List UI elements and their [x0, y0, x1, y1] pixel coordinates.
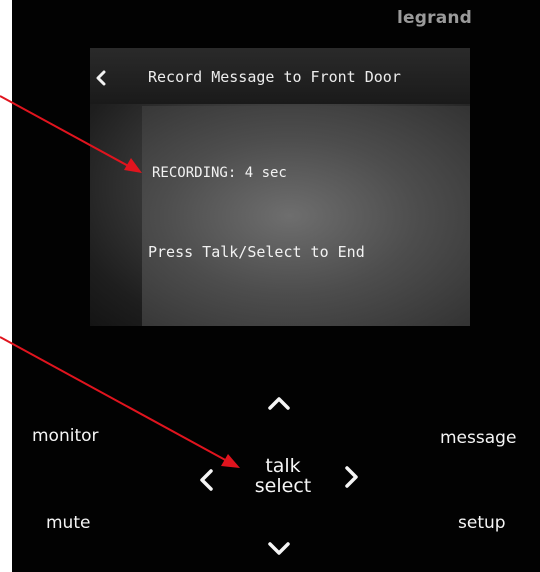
nav-left-button[interactable]	[196, 466, 218, 494]
brand-logo: legrand	[397, 8, 473, 28]
nav-down-button[interactable]	[264, 538, 294, 560]
select-label: select	[254, 475, 312, 497]
chevron-up-icon	[268, 397, 290, 410]
nav-up-button[interactable]	[264, 392, 294, 414]
message-panel	[142, 106, 470, 326]
talk-select-button[interactable]: talk select	[240, 456, 326, 496]
setup-button[interactable]: setup	[458, 513, 506, 533]
chevron-down-icon	[268, 542, 290, 555]
recording-status: RECORDING: 4 sec	[152, 165, 287, 181]
mute-button[interactable]: mute	[46, 513, 90, 533]
message-button[interactable]: message	[440, 428, 516, 448]
page: legrand Record Message to Front Door REC…	[0, 0, 540, 572]
talk-label: talk	[265, 455, 301, 477]
nav-right-button[interactable]	[340, 463, 362, 491]
chevron-left-icon	[96, 70, 106, 86]
chevron-right-icon	[345, 466, 358, 488]
chevron-left-icon	[200, 469, 213, 491]
back-button[interactable]	[90, 56, 126, 100]
screen-title: Record Message to Front Door	[148, 68, 401, 86]
display-screen: Record Message to Front Door	[90, 48, 470, 326]
end-recording-hint: Press Talk/Select to End	[148, 243, 365, 261]
monitor-button[interactable]: monitor	[32, 426, 99, 446]
